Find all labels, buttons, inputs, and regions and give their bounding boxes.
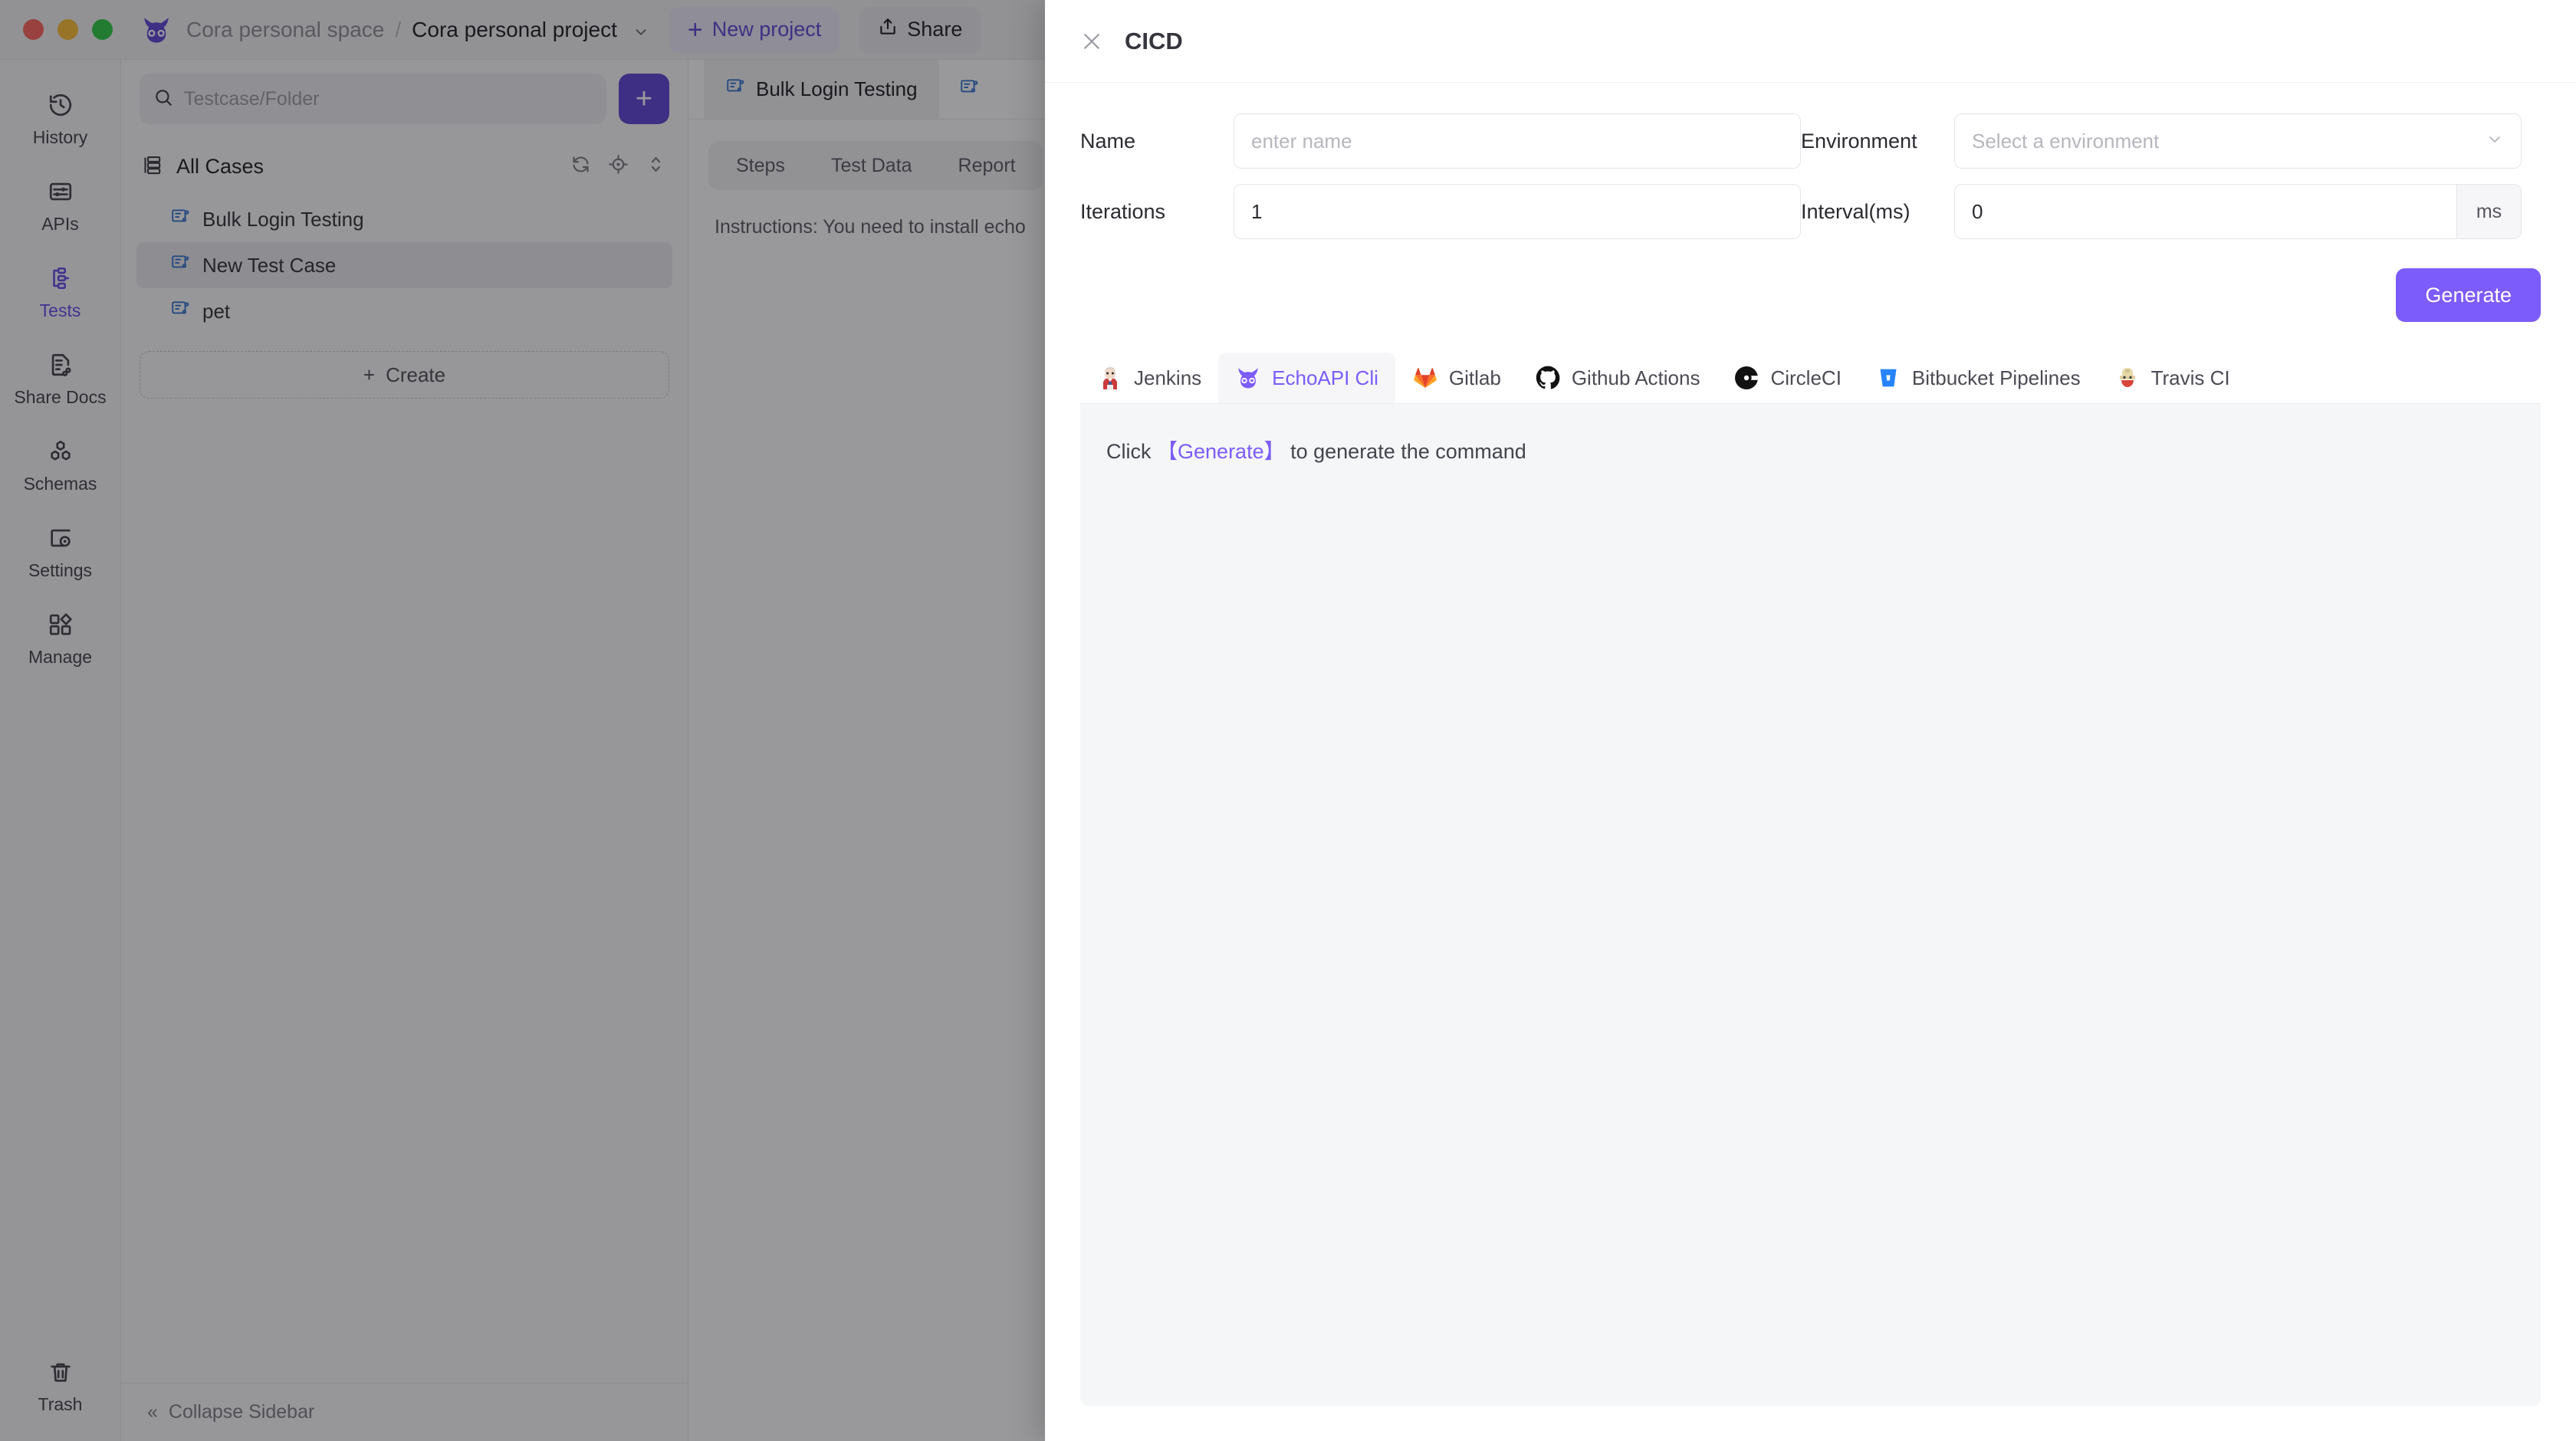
tab-label: Gitlab: [1448, 366, 1501, 389]
name-field[interactable]: [1234, 113, 1801, 169]
environment-label: Environment: [1801, 129, 1917, 153]
interval-unit-suffix: ms: [2456, 185, 2521, 238]
modal-title: CICD: [1125, 27, 1183, 54]
iterations-label: Iterations: [1080, 199, 1166, 223]
github-icon: [1535, 365, 1561, 391]
iterations-input[interactable]: [1251, 199, 1783, 224]
bitbucket-icon: [1875, 365, 1901, 391]
generate-row: Generate: [1045, 239, 2576, 322]
name-label: Name: [1080, 129, 1136, 153]
hint-bracket-open: 【: [1157, 440, 1178, 463]
tab-bitbucket-pipelines[interactable]: Bitbucket Pipelines: [1858, 353, 2098, 403]
jenkins-icon: [1097, 365, 1123, 391]
hint-suffix: to generate the command: [1290, 440, 1526, 463]
tab-github-actions[interactable]: Github Actions: [1518, 353, 1717, 403]
tab-label: Bitbucket Pipelines: [1911, 366, 2081, 389]
generate-button[interactable]: Generate: [2396, 268, 2541, 322]
tab-echoapi-cli[interactable]: EchoAPI Cli: [1218, 353, 1395, 403]
generate-hint: Click 【Generate】 to generate the command: [1106, 435, 2515, 464]
tab-label: Jenkins: [1134, 366, 1202, 389]
hint-generate-word: Generate: [1178, 440, 1264, 463]
tab-label: EchoAPI Cli: [1272, 366, 1378, 389]
cicd-form: Name Environment Select a environment It…: [1045, 83, 2576, 239]
circleci-icon: [1733, 365, 1760, 391]
close-icon[interactable]: [1080, 30, 1103, 53]
environment-select[interactable]: Select a environment: [1954, 113, 2522, 169]
tab-label: Github Actions: [1571, 366, 1700, 389]
hint-prefix: Click: [1106, 440, 1152, 463]
modal-header: CICD: [1045, 0, 2576, 83]
tab-label: Travis CI: [2150, 366, 2230, 389]
echoapi-owl-icon: [1235, 365, 1261, 391]
tab-travis-ci[interactable]: Travis CI: [2098, 353, 2247, 403]
tab-circleci[interactable]: CircleCI: [1717, 353, 1858, 403]
gitlab-icon: [1412, 365, 1438, 391]
interval-input[interactable]: [1972, 199, 2456, 224]
ci-command-panel: Click 【Generate】 to generate the command: [1080, 404, 2541, 1406]
iterations-field[interactable]: [1234, 184, 1801, 239]
cicd-modal: CICD Name Environment Select a environme…: [1045, 0, 2576, 1441]
chevron-down-icon: [2486, 130, 2504, 153]
environment-placeholder: Select a environment: [1972, 129, 2160, 153]
hint-bracket-close: 】: [1263, 440, 1285, 463]
interval-label: Interval(ms): [1801, 199, 1911, 223]
name-input[interactable]: [1251, 129, 1783, 153]
tab-label: CircleCI: [1770, 366, 1842, 389]
tab-gitlab[interactable]: Gitlab: [1395, 353, 1518, 403]
ci-provider-tabs: Jenkins EchoAPI Cli Gitlab Github Action…: [1080, 353, 2541, 404]
tab-jenkins[interactable]: Jenkins: [1080, 353, 1218, 403]
travis-icon: [2114, 365, 2141, 391]
interval-field[interactable]: ms: [1954, 184, 2522, 239]
